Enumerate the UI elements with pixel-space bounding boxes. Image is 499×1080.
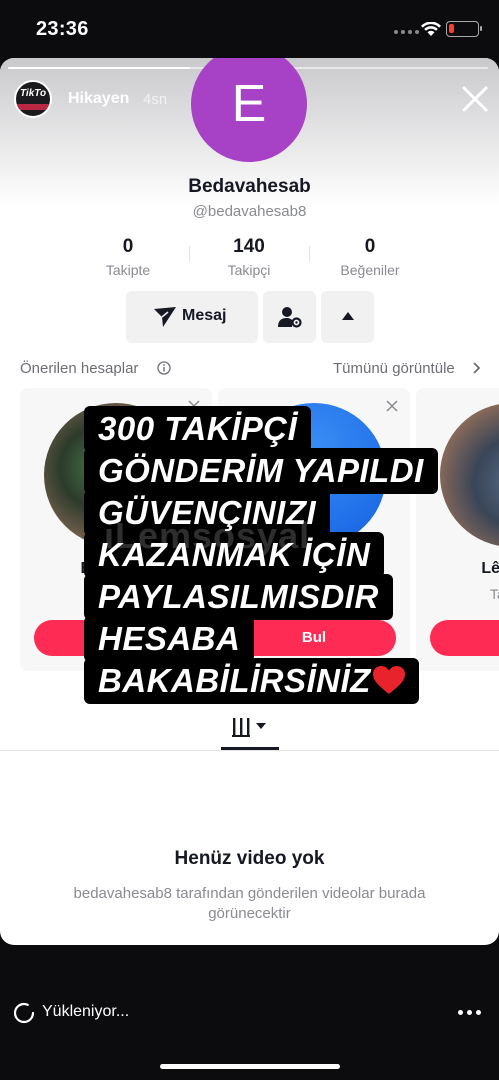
dismiss-icon[interactable] (386, 400, 398, 412)
story-screen: 23:36 E TikTo Hikayen 4sn Bedavahesab @b (0, 0, 499, 1080)
follow-button[interactable]: Ta (430, 620, 499, 656)
more-icon[interactable] (458, 1010, 481, 1015)
sticker-line: PAYLASILMISDIR (84, 574, 393, 620)
close-icon[interactable] (458, 82, 492, 116)
caret-up-icon (342, 312, 354, 320)
story-time: 4sn (143, 91, 168, 108)
profile-name: Bedavahesab (188, 176, 311, 197)
loading-text: Yükleniyor... (42, 1003, 130, 1020)
profile-avatar[interactable]: E (191, 58, 307, 162)
sticker-line-text: BAKABİLİRSİNİZ (98, 662, 371, 699)
stat-followers-value: 140 (233, 236, 265, 257)
info-icon[interactable] (157, 361, 171, 375)
user-settings-icon (278, 307, 302, 328)
sticker-line-last: BAKABİLİRSİNİZ (84, 658, 419, 704)
story-user[interactable]: Hikayen (68, 90, 129, 108)
battery-icon (446, 21, 482, 37)
stat-following[interactable]: 0 Takipte (68, 236, 188, 278)
find-button[interactable]: Bul (232, 620, 396, 656)
message-label: Mesaj (182, 307, 227, 324)
suggested-name: Lê Hà M (481, 560, 499, 577)
suggested-title: Önerilen hesaplar (20, 360, 139, 377)
cellular-signal-icon (394, 30, 419, 34)
more-options-button[interactable] (321, 291, 374, 343)
empty-title: Henüz video yok (174, 848, 325, 869)
battery-level (449, 24, 455, 33)
status-bar: 23:36 (0, 0, 499, 58)
home-indicator[interactable] (160, 1064, 340, 1069)
suggested-card[interactable]: Lê Hà M Takip e Ta (416, 388, 499, 671)
videos-tab-icon[interactable] (232, 716, 270, 738)
stat-following-label: Takipte (105, 262, 151, 278)
empty-description: bedavahesab8 tarafından gönderilen video… (73, 885, 426, 922)
tab-divider (0, 750, 499, 751)
suggested-subtitle: Takip e (489, 586, 499, 602)
profile-handle: @bedavahesab8 (192, 203, 307, 220)
sticker-line: HESABA (84, 616, 255, 662)
loading-spinner-icon (13, 1002, 35, 1024)
story-avatar[interactable]: TikTo (14, 80, 52, 118)
sticker-line: 300 TAKİPÇİ (84, 406, 312, 452)
stat-likes-label: Beğeniler (340, 262, 400, 278)
heart-icon (372, 666, 405, 694)
stat-following-value: 0 (122, 236, 134, 257)
suggested-avatar[interactable] (440, 403, 499, 547)
stat-followers[interactable]: 140 Takipçi (189, 236, 309, 278)
send-icon (154, 307, 176, 327)
stat-likes[interactable]: 0 Beğeniler (310, 236, 430, 278)
wifi-icon (421, 22, 441, 36)
stat-likes-value: 0 (364, 236, 376, 257)
add-friend-button[interactable] (263, 291, 316, 343)
see-all-link[interactable]: Tümünü görüntüle (333, 360, 455, 377)
chevron-right-icon[interactable] (472, 361, 481, 375)
stat-followers-label: Takipçi (227, 262, 271, 278)
sticker-line: GÖNDERİM YAPILDI (84, 448, 438, 494)
story-progress-fill (8, 67, 191, 69)
watermark: iLemsosyal (104, 515, 311, 556)
message-button[interactable]: Mesaj (126, 291, 258, 343)
status-time: 23:36 (36, 18, 89, 40)
story-avatar-text: TikTo (20, 88, 47, 99)
avatar-letter: E (231, 75, 267, 133)
avatar-bar (16, 104, 50, 110)
